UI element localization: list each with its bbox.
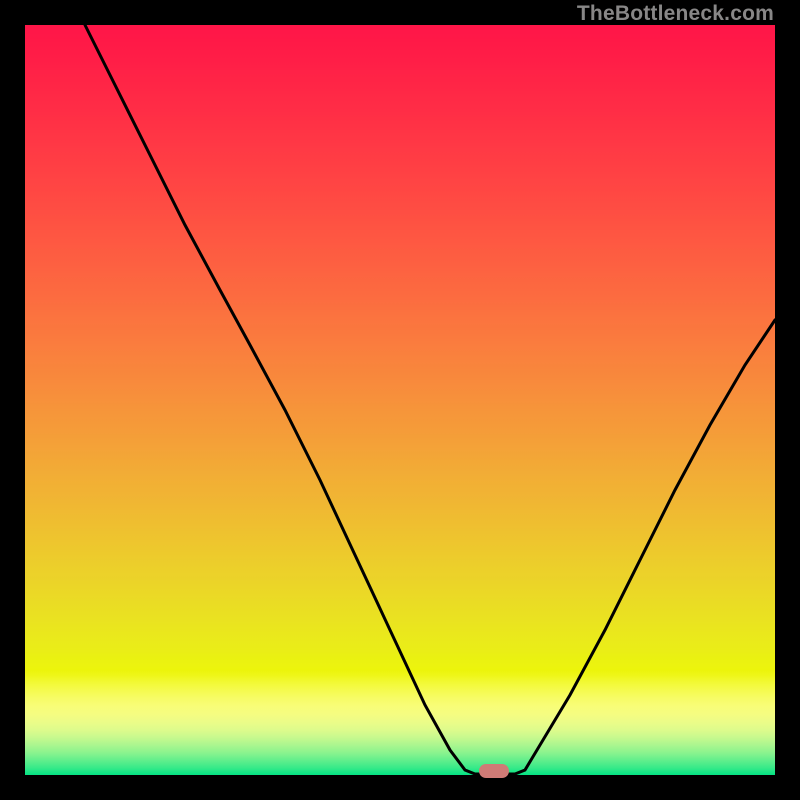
optimal-marker — [479, 764, 509, 778]
watermark-text: TheBottleneck.com — [577, 2, 774, 26]
chart-container: TheBottleneck.com — [0, 0, 800, 800]
bottleneck-curve — [25, 25, 775, 775]
plot-area — [25, 25, 775, 775]
